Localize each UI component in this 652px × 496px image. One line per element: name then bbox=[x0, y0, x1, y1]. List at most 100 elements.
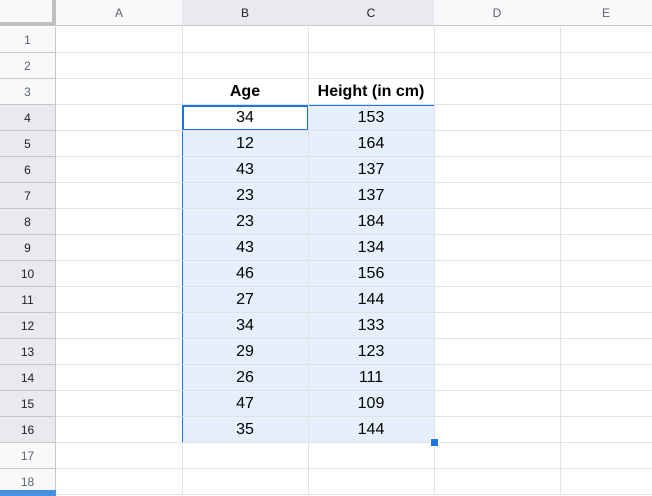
row-header-14[interactable]: 14 bbox=[0, 365, 56, 391]
cell-e4[interactable] bbox=[560, 105, 652, 131]
height-cell[interactable]: 111 bbox=[308, 365, 435, 391]
row-header-11[interactable]: 11 bbox=[0, 287, 56, 313]
column-header-e[interactable]: E bbox=[560, 0, 652, 26]
column-header-c[interactable]: C bbox=[308, 0, 435, 26]
cell-d15[interactable] bbox=[434, 391, 561, 417]
row-header-16[interactable]: 16 bbox=[0, 417, 56, 443]
cell-c2[interactable] bbox=[308, 53, 435, 79]
height-cell[interactable]: 156 bbox=[308, 261, 435, 287]
cell-a11[interactable] bbox=[56, 287, 183, 313]
cell-d16[interactable] bbox=[434, 417, 561, 443]
row-header-7[interactable]: 7 bbox=[0, 183, 56, 209]
height-cell[interactable]: 144 bbox=[308, 417, 435, 443]
cell-e11[interactable] bbox=[560, 287, 652, 313]
cell-a8[interactable] bbox=[56, 209, 183, 235]
cell-e10[interactable] bbox=[560, 261, 652, 287]
cell-d14[interactable] bbox=[434, 365, 561, 391]
cell-a14[interactable] bbox=[56, 365, 183, 391]
cell-a13[interactable] bbox=[56, 339, 183, 365]
age-cell[interactable]: 27 bbox=[182, 287, 309, 313]
cell-d3[interactable] bbox=[434, 79, 561, 105]
age-cell[interactable]: 34 bbox=[182, 105, 309, 131]
cell-e8[interactable] bbox=[560, 209, 652, 235]
height-cell[interactable]: 109 bbox=[308, 391, 435, 417]
age-cell[interactable]: 43 bbox=[182, 235, 309, 261]
cell-e1[interactable] bbox=[560, 27, 652, 53]
age-cell[interactable]: 12 bbox=[182, 131, 309, 157]
row-header-1[interactable]: 1 bbox=[0, 27, 56, 53]
row-header-12[interactable]: 12 bbox=[0, 313, 56, 339]
cell-d2[interactable] bbox=[434, 53, 561, 79]
cell-a5[interactable] bbox=[56, 131, 183, 157]
cell-e6[interactable] bbox=[560, 157, 652, 183]
cell-b2[interactable] bbox=[182, 53, 309, 79]
cell-d17[interactable] bbox=[434, 443, 561, 469]
cell-b18[interactable] bbox=[182, 469, 309, 495]
cell-a16[interactable] bbox=[56, 417, 183, 443]
cell-d13[interactable] bbox=[434, 339, 561, 365]
row-header-10[interactable]: 10 bbox=[0, 261, 56, 287]
cell-e12[interactable] bbox=[560, 313, 652, 339]
header-cell-height[interactable]: Height (in cm) bbox=[308, 79, 435, 105]
column-header-b[interactable]: B bbox=[182, 0, 309, 26]
cell-e14[interactable] bbox=[560, 365, 652, 391]
column-header-a[interactable]: A bbox=[56, 0, 183, 26]
cell-d9[interactable] bbox=[434, 235, 561, 261]
height-cell[interactable]: 133 bbox=[308, 313, 435, 339]
age-cell[interactable]: 47 bbox=[182, 391, 309, 417]
height-cell[interactable]: 123 bbox=[308, 339, 435, 365]
cell-a4[interactable] bbox=[56, 105, 183, 131]
age-cell[interactable]: 29 bbox=[182, 339, 309, 365]
cell-e5[interactable] bbox=[560, 131, 652, 157]
cell-a12[interactable] bbox=[56, 313, 183, 339]
cell-d10[interactable] bbox=[434, 261, 561, 287]
row-header-2[interactable]: 2 bbox=[0, 53, 56, 79]
row-header-3[interactable]: 3 bbox=[0, 79, 56, 105]
cell-a9[interactable] bbox=[56, 235, 183, 261]
height-cell[interactable]: 137 bbox=[308, 157, 435, 183]
cell-d1[interactable] bbox=[434, 27, 561, 53]
height-cell[interactable]: 184 bbox=[308, 209, 435, 235]
cell-d8[interactable] bbox=[434, 209, 561, 235]
cell-c1[interactable] bbox=[308, 27, 435, 53]
age-cell[interactable]: 23 bbox=[182, 183, 309, 209]
age-cell[interactable]: 23 bbox=[182, 209, 309, 235]
cell-d11[interactable] bbox=[434, 287, 561, 313]
cell-a15[interactable] bbox=[56, 391, 183, 417]
cell-a17[interactable] bbox=[56, 443, 183, 469]
cell-e3[interactable] bbox=[560, 79, 652, 105]
fill-handle[interactable] bbox=[430, 438, 439, 447]
cell-e2[interactable] bbox=[560, 53, 652, 79]
cell-c17[interactable] bbox=[308, 443, 435, 469]
cell-a1[interactable] bbox=[56, 27, 183, 53]
scroll-indicator[interactable] bbox=[0, 490, 56, 496]
header-cell-age[interactable]: Age bbox=[182, 79, 309, 105]
height-cell[interactable]: 144 bbox=[308, 287, 435, 313]
cell-b1[interactable] bbox=[182, 27, 309, 53]
age-cell[interactable]: 46 bbox=[182, 261, 309, 287]
cell-a7[interactable] bbox=[56, 183, 183, 209]
cell-e7[interactable] bbox=[560, 183, 652, 209]
cell-d7[interactable] bbox=[434, 183, 561, 209]
row-header-9[interactable]: 9 bbox=[0, 235, 56, 261]
cell-e9[interactable] bbox=[560, 235, 652, 261]
height-cell[interactable]: 153 bbox=[308, 105, 435, 131]
cell-e15[interactable] bbox=[560, 391, 652, 417]
height-cell[interactable]: 134 bbox=[308, 235, 435, 261]
row-header-4[interactable]: 4 bbox=[0, 105, 56, 131]
cell-c18[interactable] bbox=[308, 469, 435, 495]
column-header-d[interactable]: D bbox=[434, 0, 561, 26]
age-cell[interactable]: 26 bbox=[182, 365, 309, 391]
cell-d4[interactable] bbox=[434, 105, 561, 131]
cell-d6[interactable] bbox=[434, 157, 561, 183]
cell-a10[interactable] bbox=[56, 261, 183, 287]
spreadsheet-grid[interactable]: A B C D E 1 2 3 Age Height (in cm) 4 34 153 5 12 164 6 43… bbox=[0, 0, 652, 496]
age-cell[interactable]: 34 bbox=[182, 313, 309, 339]
row-header-6[interactable]: 6 bbox=[0, 157, 56, 183]
cell-a3[interactable] bbox=[56, 79, 183, 105]
cell-a18[interactable] bbox=[56, 469, 183, 495]
cell-a2[interactable] bbox=[56, 53, 183, 79]
cell-d5[interactable] bbox=[434, 131, 561, 157]
cell-d18[interactable] bbox=[434, 469, 561, 495]
row-header-13[interactable]: 13 bbox=[0, 339, 56, 365]
